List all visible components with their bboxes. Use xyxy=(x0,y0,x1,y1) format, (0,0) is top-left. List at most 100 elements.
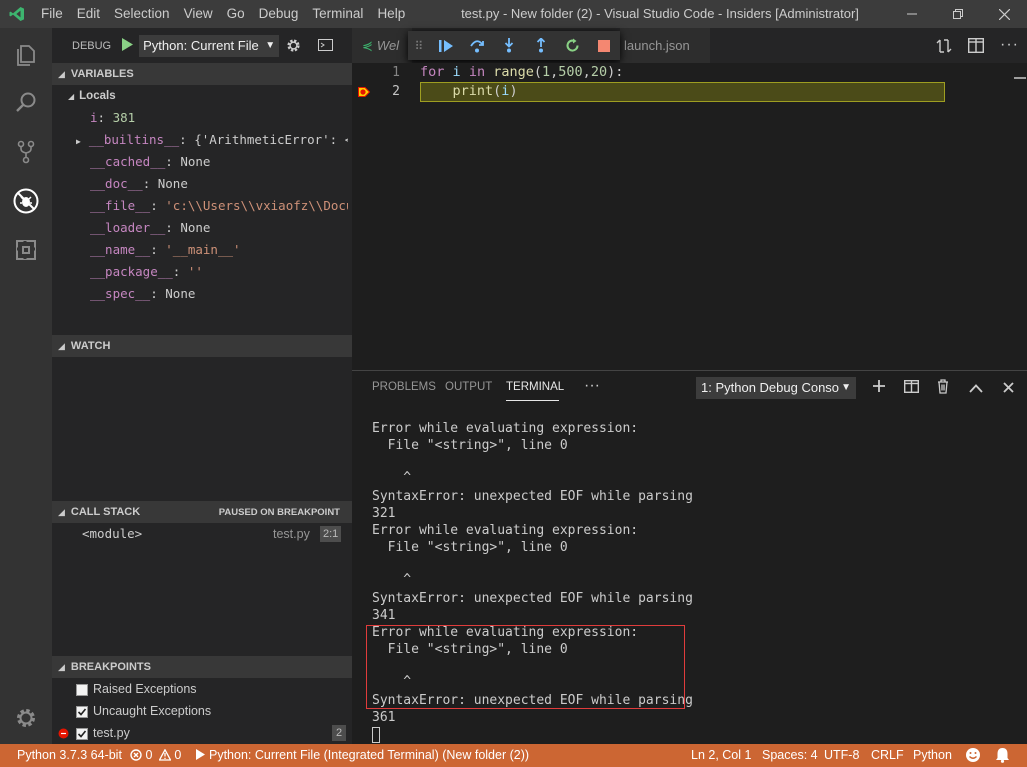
menu-file[interactable]: File xyxy=(34,0,70,28)
step-out-button[interactable] xyxy=(525,31,557,60)
paused-breakpoint-icon xyxy=(358,87,370,97)
highlight-box xyxy=(366,625,685,709)
trash-icon xyxy=(938,379,948,394)
language-mode[interactable]: Python xyxy=(913,748,952,762)
menu-go[interactable]: Go xyxy=(220,0,252,28)
callstack-frame[interactable]: <module> test.py 2:1 xyxy=(52,523,352,545)
breakpoints-section-header[interactable]: ◢ BREAKPOINTS xyxy=(52,656,352,678)
extensions-icon xyxy=(16,240,36,260)
indentation[interactable]: Spaces: 4 xyxy=(762,748,818,762)
step-over-button[interactable] xyxy=(462,31,494,60)
open-changes-button[interactable] xyxy=(936,38,952,57)
python-interpreter[interactable]: Python 3.7.3 64-bit xyxy=(17,748,122,762)
watch-section-header[interactable]: ◢ WATCH xyxy=(52,335,352,357)
explorer-button[interactable] xyxy=(0,30,52,78)
tab-problems[interactable]: PROBLEMS xyxy=(372,381,436,393)
restart-button[interactable] xyxy=(557,31,589,60)
extensions-button[interactable] xyxy=(0,226,52,274)
variable-row[interactable]: __doc__: None xyxy=(90,173,188,195)
line-endings[interactable]: CRLF xyxy=(871,748,904,762)
menu-edit[interactable]: Edit xyxy=(70,0,107,28)
variable-row[interactable]: __spec__: None xyxy=(90,283,195,305)
callstack-status: PAUSED ON BREAKPOINT xyxy=(218,506,340,518)
encoding[interactable]: UTF-8 xyxy=(824,748,859,762)
more-actions-icon[interactable]: ··· xyxy=(1000,36,1019,54)
debug-console-button[interactable] xyxy=(318,39,333,54)
new-terminal-button[interactable] xyxy=(872,379,886,396)
frame-file: test.py xyxy=(273,527,310,541)
checkbox[interactable] xyxy=(76,683,88,696)
variable-row[interactable]: __file__: 'c:\\Users\\vxiaofz\\Docu… xyxy=(90,195,348,217)
maximize-panel-button[interactable] xyxy=(969,381,983,396)
close-panel-button[interactable] xyxy=(1003,381,1014,396)
variable-row[interactable]: __loader__: None xyxy=(90,217,210,239)
split-icon xyxy=(903,379,920,394)
variable-row[interactable]: __package__: '' xyxy=(90,261,203,283)
notifications-button[interactable] xyxy=(995,747,1010,766)
restore-button[interactable] xyxy=(935,0,981,28)
debug-view-button[interactable] xyxy=(0,177,52,225)
debug-settings-button[interactable] xyxy=(286,38,301,56)
debug-config-select[interactable]: Python: Current File ▼ xyxy=(139,34,280,57)
locals-scope[interactable]: ◢ Locals xyxy=(68,85,116,107)
source-control-button[interactable] xyxy=(0,128,52,176)
breakpoint-test-py[interactable]: test.py 2 xyxy=(58,722,348,744)
check-icon xyxy=(77,730,87,738)
continue-button[interactable] xyxy=(430,31,462,60)
tab-launch-json[interactable]: launch.json xyxy=(620,28,710,63)
plus-icon xyxy=(873,380,885,392)
breakpoint-uncaught-exceptions[interactable]: Uncaught Exceptions xyxy=(76,700,211,722)
tab-welcome[interactable]: ⋞ Wel xyxy=(352,28,412,63)
variable-value: None xyxy=(157,176,188,191)
variable-value: 381 xyxy=(112,110,136,125)
split-terminal-button[interactable] xyxy=(903,379,920,396)
split-editor-button[interactable] xyxy=(967,37,985,56)
menu-terminal[interactable]: Terminal xyxy=(305,0,370,28)
warning-count: 0 xyxy=(174,748,182,762)
cursor-position[interactable]: Ln 2, Col 1 xyxy=(691,748,751,762)
variable-row[interactable]: __cached__: None xyxy=(90,151,210,173)
drag-handle-icon[interactable]: ⠿ xyxy=(408,31,430,60)
tab-output[interactable]: OUTPUT xyxy=(445,381,492,393)
problems-indicator[interactable]: 0 0 xyxy=(130,748,181,762)
panel-more-icon[interactable]: ··· xyxy=(584,377,600,395)
kill-terminal-button[interactable] xyxy=(937,379,949,397)
menu-view[interactable]: View xyxy=(177,0,220,28)
chevron-right-icon: ▶ xyxy=(76,137,81,146)
variable-value: '__main__' xyxy=(165,242,241,257)
window-title: test.py - New folder (2) - Visual Studio… xyxy=(461,6,859,21)
terminal-select[interactable]: 1: Python Debug Conso ▼ xyxy=(696,377,856,399)
stop-button[interactable] xyxy=(588,31,620,60)
minimize-button[interactable] xyxy=(889,0,935,28)
variable-row[interactable]: __name__: '__main__' xyxy=(90,239,241,261)
error-count: 0 xyxy=(145,748,153,762)
chevron-down-icon: ◢ xyxy=(58,68,65,79)
menu-selection[interactable]: Selection xyxy=(107,0,177,28)
feedback-button[interactable] xyxy=(965,747,981,766)
checkbox-checked[interactable] xyxy=(76,727,88,740)
checkbox-checked[interactable] xyxy=(76,705,88,718)
terminal-line: SyntaxError: unexpected EOF while parsin… xyxy=(372,489,693,504)
callstack-section-header[interactable]: ◢ CALL STACK PAUSED ON BREAKPOINT xyxy=(52,501,352,523)
start-debug-button[interactable] xyxy=(121,37,134,54)
breakpoint-raised-exceptions[interactable]: Raised Exceptions xyxy=(76,678,197,700)
tab-terminal[interactable]: TERMINAL xyxy=(506,381,564,393)
variables-section-header[interactable]: ◢ VARIABLES xyxy=(52,63,352,85)
code-editor[interactable]: 1 2 for i in range(1,500,20): print(i) xyxy=(352,63,1027,370)
step-out-icon xyxy=(536,38,545,53)
debug-run-status[interactable]: Python: Current File (Integrated Termina… xyxy=(196,748,529,762)
step-into-button[interactable] xyxy=(493,31,525,60)
debug-run-label: Python: Current File (Integrated Termina… xyxy=(209,748,530,762)
restart-icon xyxy=(566,38,579,52)
manage-button[interactable] xyxy=(0,694,52,742)
error-icon xyxy=(130,749,142,761)
search-button[interactable] xyxy=(0,79,52,127)
variable-row[interactable]: i: 381 xyxy=(90,107,135,129)
gear-icon xyxy=(287,39,300,52)
breakpoint-line-badge: 2 xyxy=(332,725,347,741)
variable-row[interactable]: ▶ __builtins__: {'ArithmeticError': <… xyxy=(76,129,348,151)
menu-bar: File Edit Selection View Go Debug Termin… xyxy=(34,0,412,28)
step-into-icon xyxy=(504,38,514,53)
close-window-button[interactable] xyxy=(981,0,1027,28)
menu-debug[interactable]: Debug xyxy=(252,0,306,28)
